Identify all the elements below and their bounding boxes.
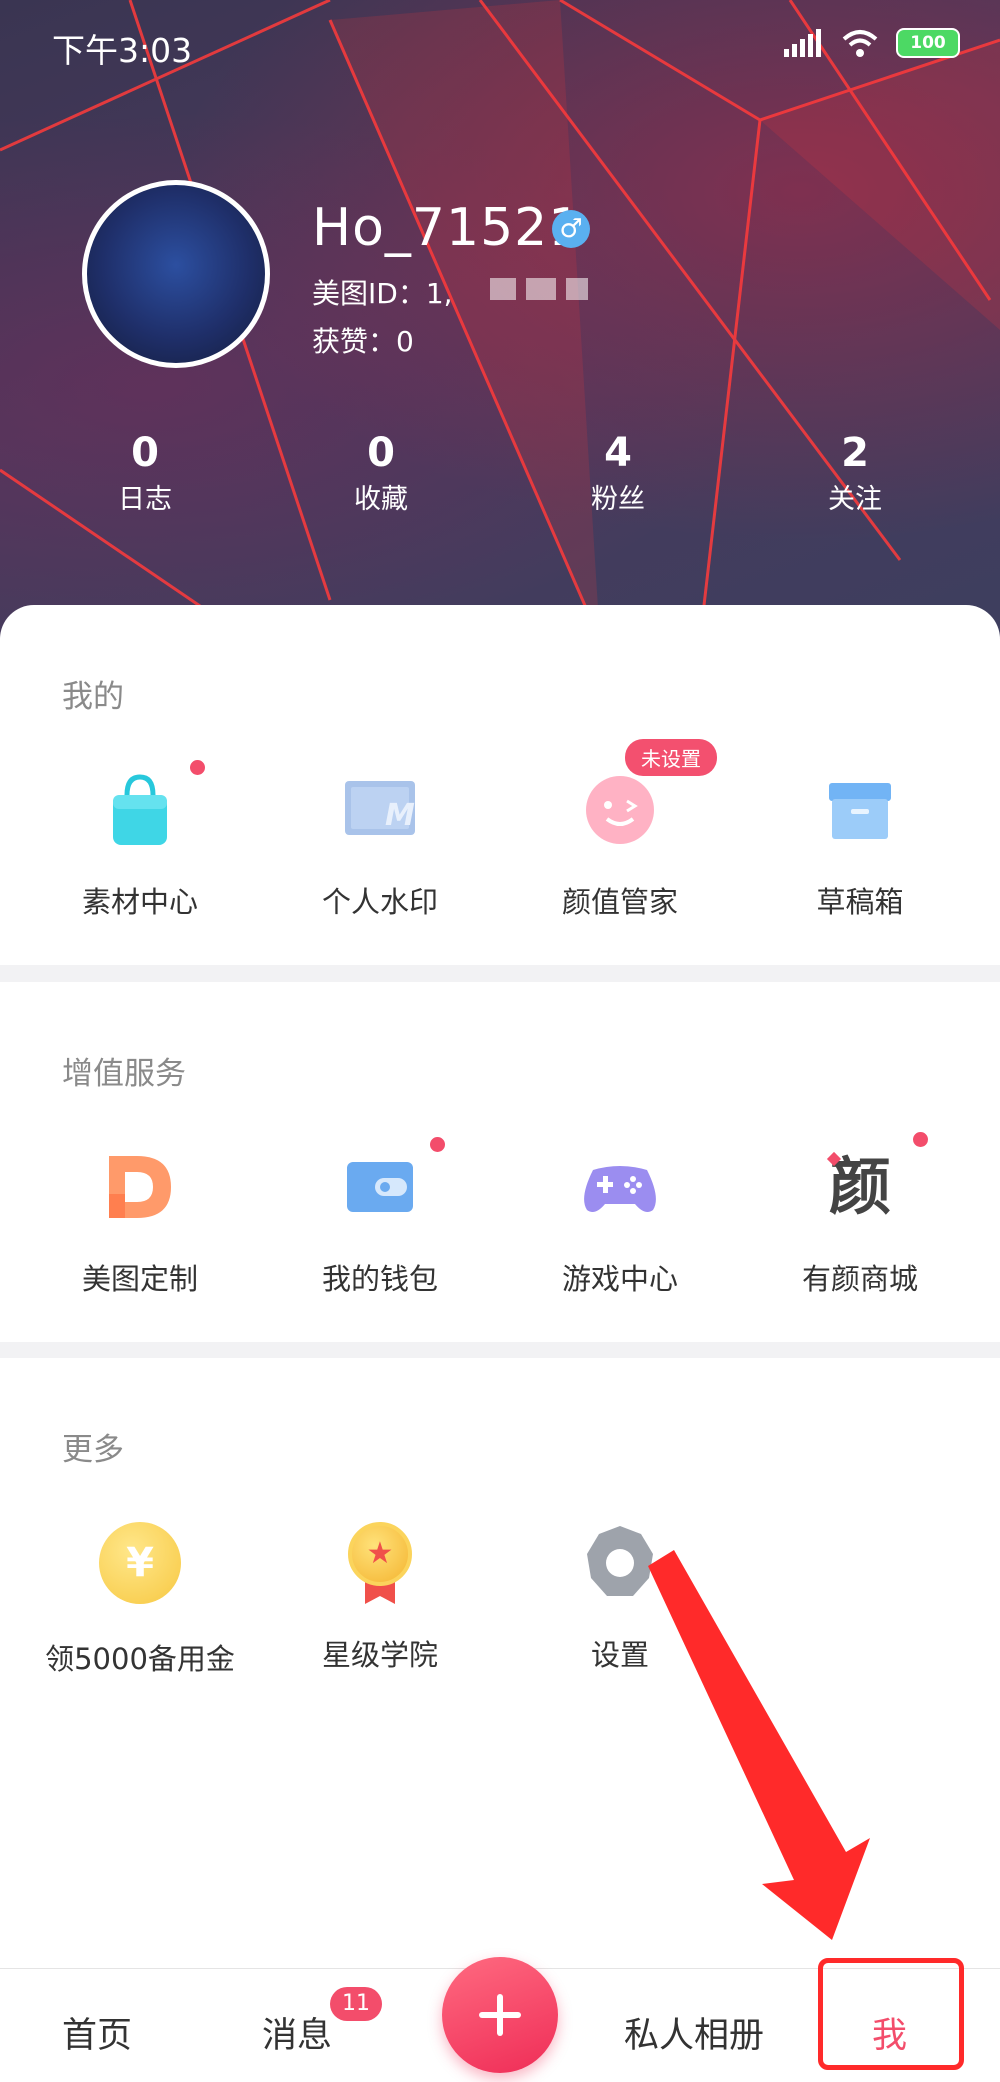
- item-beauty-manager[interactable]: 未设置 颜值管家: [500, 739, 740, 921]
- item-label: 美图定制: [81, 1262, 198, 1296]
- tab-private-album[interactable]: 私人相册: [624, 2007, 764, 2058]
- star-medal-icon: ★: [335, 1518, 425, 1608]
- medal-star: ★: [348, 1522, 412, 1586]
- tab-home[interactable]: 首页: [62, 2007, 132, 2058]
- item-label: 有颜商城: [801, 1262, 918, 1296]
- tab-messages[interactable]: 消息: [262, 2007, 332, 2058]
- item-label: 素材中心: [81, 885, 198, 919]
- section-more: 更多 ¥ 领5000备用金 ★ 星级学院 设置: [0, 1358, 1000, 1968]
- shopping-bag-icon: [113, 774, 167, 845]
- stat-label: 粉丝: [591, 484, 645, 515]
- item-star-academy[interactable]: ★ 星级学院: [260, 1518, 500, 1674]
- item-label: 我的钱包: [321, 1262, 438, 1296]
- stat-following[interactable]: 2 关注: [755, 430, 955, 520]
- gear-icon: [587, 1526, 653, 1596]
- item-material-center[interactable]: 素材中心: [20, 760, 260, 921]
- signal-icon: [784, 29, 821, 57]
- add-button[interactable]: [442, 1957, 558, 2073]
- username: Ho_71521: [312, 198, 583, 258]
- red-dot: [430, 1137, 445, 1152]
- not-set-badge: 未设置: [625, 739, 717, 776]
- item-meitu-custom[interactable]: 美图定制: [20, 1142, 260, 1298]
- draft-box-icon: [829, 783, 891, 839]
- battery-icon: 100: [896, 28, 960, 58]
- likes-count: 获赞：0: [312, 325, 414, 358]
- coin-glyph: ¥: [99, 1522, 181, 1604]
- face-icon: [586, 776, 654, 844]
- item-label: 草稿箱: [816, 885, 904, 919]
- item-game-center[interactable]: 游戏中心: [500, 1142, 740, 1298]
- avatar[interactable]: [82, 180, 270, 368]
- item-drafts[interactable]: 草稿箱: [740, 765, 980, 921]
- item-label: 星级学院: [321, 1638, 438, 1672]
- section-value-added: 增值服务 美图定制 我的钱包 游戏中心 颜 有颜商城: [0, 982, 1000, 1342]
- item-label: 个人水印: [321, 885, 438, 919]
- red-dot: [913, 1132, 928, 1147]
- status-bar: 下午3:03 100: [0, 0, 1000, 90]
- section-title: 增值服务: [62, 1056, 186, 1092]
- item-personal-watermark[interactable]: M 个人水印: [260, 765, 500, 921]
- stat-label: 收藏: [354, 484, 408, 515]
- item-yan-mall[interactable]: 颜 有颜商城: [740, 1132, 980, 1298]
- profile-header: 下午3:03 100 Ho_71521 ♂ 美图ID：1, 获赞：0 0 日志 …: [0, 0, 1000, 640]
- stat-journal[interactable]: 0 日志: [45, 430, 245, 520]
- status-icons: 100: [784, 28, 960, 58]
- id-redaction: [490, 278, 598, 304]
- stat-label: 关注: [828, 484, 882, 515]
- messages-badge: 11: [330, 1987, 382, 2021]
- status-time: 下午3:03: [52, 31, 193, 70]
- item-settings[interactable]: 设置: [500, 1518, 740, 1674]
- wallet-icon: [347, 1162, 413, 1212]
- item-label: 颜值管家: [561, 885, 678, 919]
- stat-value: 0: [367, 430, 395, 476]
- red-dot: [190, 760, 205, 775]
- stat-favorites[interactable]: 0 收藏: [281, 430, 481, 520]
- wifi-icon: [842, 30, 878, 57]
- stat-value: 2: [841, 430, 869, 476]
- watermark-icon: M: [345, 781, 415, 835]
- stat-value: 0: [131, 430, 159, 476]
- section-title: 更多: [62, 1432, 124, 1468]
- section-title: 我的: [62, 679, 124, 715]
- male-gender-icon: ♂: [552, 210, 590, 248]
- stat-followers[interactable]: 4 粉丝: [518, 430, 718, 520]
- item-my-wallet[interactable]: 我的钱包: [260, 1137, 500, 1298]
- profile-stats: 0 日志 0 收藏 4 粉丝 2 关注: [0, 430, 1000, 530]
- stat-value: 4: [604, 430, 632, 476]
- item-label: 游戏中心: [561, 1262, 678, 1296]
- yen-coin-icon: ¥: [95, 1522, 185, 1612]
- annotation-highlight-box: [818, 1958, 964, 2070]
- custom-d-icon: [109, 1156, 171, 1218]
- gamepad-icon: [584, 1166, 656, 1212]
- stat-label: 日志: [118, 484, 172, 515]
- item-label: 领5000备用金: [45, 1642, 235, 1676]
- svg-text:M: M: [385, 798, 415, 833]
- yan-mall-icon: 颜: [815, 1132, 928, 1232]
- section-mine: 我的 素材中心 M 个人水印 未设置 颜值管家 草稿箱: [0, 605, 1000, 965]
- meitu-id: 美图ID：1,: [312, 277, 453, 310]
- item-label: 设置: [590, 1638, 649, 1672]
- item-reserve-fund[interactable]: ¥ 领5000备用金: [20, 1518, 260, 1678]
